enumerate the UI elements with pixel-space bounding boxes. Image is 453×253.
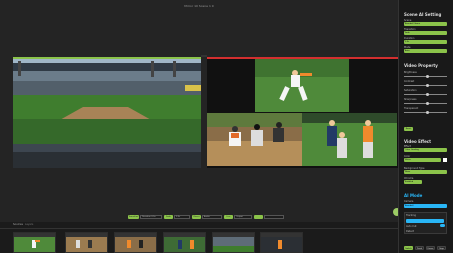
ai-option: Detect [406, 230, 414, 233]
output-field[interactable]: Output [234, 215, 252, 219]
thumbnail-image [213, 237, 254, 252]
slider-label: Sharpness [404, 98, 417, 101]
ai-tab-track[interactable]: Track [415, 246, 424, 250]
preview-crowd [13, 144, 201, 168]
transition-select[interactable]: Fade [404, 31, 447, 35]
program-video-batter [207, 113, 302, 166]
auto-cut-toggle[interactable] [440, 224, 445, 227]
audio-field[interactable]: Audio [202, 215, 222, 219]
thumbnail-3[interactable] [114, 232, 157, 253]
strip-divider [0, 228, 398, 229]
slider-label: Saturation [404, 89, 417, 92]
thumbnail-4[interactable] [163, 232, 206, 253]
slider-knob[interactable] [425, 84, 429, 87]
video-effect-title: Video Effect [404, 139, 432, 144]
slider-label: Contrast [404, 80, 415, 83]
strip-tab-sources[interactable]: Sources [13, 223, 23, 226]
slider-knob[interactable] [425, 111, 429, 114]
scene-setting-title: Scene AI Setting [404, 12, 442, 17]
brightness-slider[interactable] [404, 75, 447, 78]
ai-tab-stop[interactable]: Stop [437, 246, 446, 250]
contrast-slider[interactable] [404, 84, 447, 87]
scene-select[interactable]: Baseball Game [404, 22, 447, 26]
slider-label: Brightness [404, 71, 417, 74]
duration-field[interactable]: Duration 0.5s [140, 215, 162, 219]
duration-select[interactable]: 0.5s [404, 40, 447, 44]
thumbnail-2[interactable] [65, 232, 108, 253]
fade-duration-field[interactable]: 0.5s [174, 215, 190, 219]
slider-label: Transparent [404, 107, 419, 110]
background-type-select[interactable]: None [404, 170, 447, 174]
mode-select[interactable]: Auto [404, 49, 447, 53]
thumbnail-image [115, 237, 156, 252]
color-swatch[interactable] [443, 158, 447, 162]
video-property-title: Video Property [404, 63, 438, 68]
ai-option: Auto Cut [406, 225, 417, 228]
ai-option: Tracking [406, 214, 416, 217]
thumbnail-image [66, 237, 107, 252]
slider-knob[interactable] [425, 75, 429, 78]
slider-knob[interactable] [425, 102, 429, 105]
transparent-slider[interactable] [404, 111, 447, 114]
program-video-pitcher [255, 59, 349, 112]
transition-button[interactable]: Transition [128, 215, 139, 219]
thumbnail-5[interactable] [212, 232, 255, 253]
reset-button[interactable]: Reset [404, 127, 413, 131]
thumbnail-image [164, 237, 205, 252]
ai-source-label: Camera [404, 200, 414, 203]
ai-tab-switch[interactable]: Switch [404, 246, 413, 250]
thumbnail-1[interactable] [13, 232, 56, 253]
chroma-toggle[interactable]: Enabled [404, 180, 422, 184]
direct-button[interactable]: Direct [192, 215, 201, 219]
saturation-slider[interactable] [404, 93, 447, 96]
fade-button[interactable]: Fade [164, 215, 173, 219]
ai-tracking-toggle[interactable] [406, 219, 444, 223]
thumbnail-6[interactable] [260, 232, 303, 253]
program-video-fielders [302, 113, 397, 166]
ai-source-select[interactable]: Baseball [404, 204, 447, 208]
sharpness-slider[interactable] [404, 102, 447, 105]
color-select[interactable]: White [404, 158, 441, 162]
strip-tab-layers[interactable]: Layers [25, 223, 33, 226]
slider-knob[interactable] [425, 93, 429, 96]
preview-video [13, 59, 201, 144]
thumbnail-image [261, 237, 302, 252]
window-title: Mirror 10 Scene 1 0 [184, 4, 214, 8]
live-button[interactable]: Live [224, 215, 233, 219]
thumbnail-image [14, 237, 55, 252]
output-field-2[interactable] [264, 215, 284, 219]
ai-mode-title: AI Mode [404, 193, 423, 198]
effect-select[interactable]: Color Grading [404, 148, 447, 152]
ai-tab-focus[interactable]: Focus [426, 246, 435, 250]
live-button-2[interactable] [254, 215, 263, 219]
